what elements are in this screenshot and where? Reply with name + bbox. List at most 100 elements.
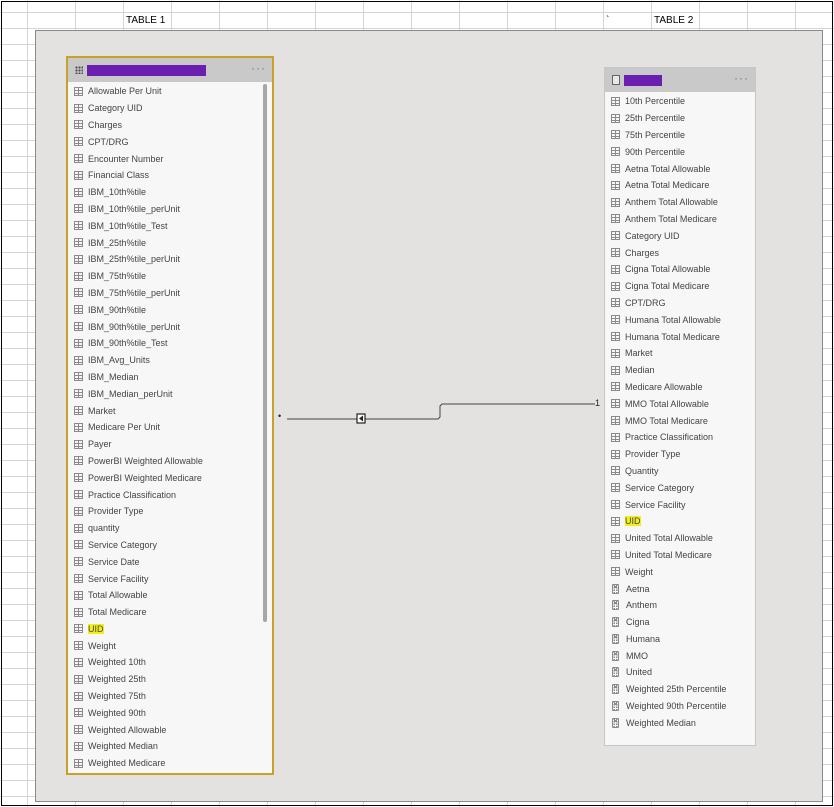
field-item[interactable]: Category UID — [611, 227, 755, 244]
column-table-icon — [611, 214, 620, 224]
field-item[interactable]: Cigna Total Allowable — [611, 261, 755, 278]
field-label: Practice Classification — [625, 432, 714, 443]
field-label: Medicare Allowable — [625, 381, 703, 392]
field-item[interactable]: Anthem — [611, 597, 755, 614]
field-item[interactable]: IBM_25th%tile_perUnit — [74, 251, 272, 268]
field-item[interactable]: Service Facility — [611, 496, 755, 513]
column-table-icon — [74, 456, 83, 466]
field-item[interactable]: IBM_10th%tile_perUnit — [74, 201, 272, 218]
field-item[interactable]: 90th Percentile — [611, 143, 755, 160]
field-item[interactable]: Anthem Total Allowable — [611, 194, 755, 211]
field-item[interactable]: IBM_Median_perUnit — [74, 385, 272, 402]
field-item[interactable]: United Total Allowable — [611, 530, 755, 547]
table2-field-list: 10th Percentile 25th Percentile 75th Perce… — [605, 92, 755, 731]
table2-more-options-icon[interactable]: ··· — [734, 71, 749, 85]
column-table-icon — [611, 382, 620, 392]
field-item[interactable]: Provider Type — [611, 446, 755, 463]
field-item[interactable]: Charges — [611, 244, 755, 261]
field-item[interactable]: Medicare Allowable — [611, 379, 755, 396]
field-item[interactable]: Humana Total Allowable — [611, 311, 755, 328]
field-item[interactable]: IBM_Median — [74, 369, 272, 386]
field-item[interactable]: MMO Total Medicare — [611, 412, 755, 429]
field-label: Market — [625, 348, 653, 359]
field-item[interactable]: Median — [611, 362, 755, 379]
field-item[interactable]: 10th Percentile — [611, 93, 755, 110]
field-item[interactable]: IBM_75th%tile_perUnit — [74, 285, 272, 302]
column-table-icon — [74, 674, 83, 684]
field-item[interactable]: Encounter Number — [74, 150, 272, 167]
field-item[interactable]: Service Date — [74, 553, 272, 570]
calculator-icon — [612, 583, 619, 594]
field-item[interactable]: Weighted Median — [611, 714, 755, 731]
field-item[interactable]: Payer — [74, 436, 272, 453]
field-label: Aetna Total Medicare — [625, 180, 710, 191]
field-item[interactable]: IBM_90th%tile — [74, 301, 272, 318]
field-item[interactable]: Allowable Per Unit — [74, 83, 272, 100]
field-item[interactable]: Aetna Total Allowable — [611, 160, 755, 177]
field-item[interactable]: CPT/DRG — [74, 133, 272, 150]
field-item[interactable]: IBM_90th%tile_Test — [74, 335, 272, 352]
field-item[interactable]: Market — [74, 402, 272, 419]
field-item[interactable]: IBM_Avg_Units — [74, 352, 272, 369]
field-item[interactable]: Aetna — [611, 580, 755, 597]
field-item[interactable]: Medicare Per Unit — [74, 419, 272, 436]
field-item[interactable]: Practice Classification — [611, 429, 755, 446]
table2-card-header[interactable]: ··· — [605, 68, 755, 92]
field-item[interactable]: MMO — [611, 647, 755, 664]
field-item[interactable]: IBM_10th%tile — [74, 184, 272, 201]
field-item[interactable]: PowerBI Weighted Medicare — [74, 469, 272, 486]
field-item[interactable]: Aetna Total Medicare — [611, 177, 755, 194]
field-item[interactable]: Anthem Total Medicare — [611, 211, 755, 228]
field-item[interactable]: Total Medicare — [74, 604, 272, 621]
field-item[interactable]: Humana Total Medicare — [611, 328, 755, 345]
field-item[interactable]: United — [611, 664, 755, 681]
field-item[interactable]: 25th Percentile — [611, 110, 755, 127]
column-table-icon — [74, 422, 83, 432]
field-label: United — [626, 667, 653, 678]
field-item[interactable]: Weighted Median — [74, 738, 272, 755]
field-item[interactable]: IBM_25th%tile — [74, 234, 272, 251]
field-item[interactable]: Quantity — [611, 463, 755, 480]
field-item[interactable]: Weighted 90th Percentile — [611, 698, 755, 715]
field-item[interactable]: Weighted 75th — [74, 688, 272, 705]
field-item[interactable]: Weighted Allowable — [74, 721, 272, 738]
field-item[interactable]: Charges — [74, 117, 272, 134]
field-item[interactable]: UID — [74, 621, 272, 638]
field-item[interactable]: Cigna Total Medicare — [611, 278, 755, 295]
field-item[interactable]: Market — [611, 345, 755, 362]
field-item[interactable]: Weighted Medicare — [74, 755, 272, 772]
table1-card-header[interactable]: ··· — [68, 58, 272, 82]
field-item[interactable]: PowerBI Weighted Allowable — [74, 453, 272, 470]
table2-card[interactable]: ··· 10th Percentile 25th Percentile 75th P… — [604, 67, 756, 746]
field-item[interactable]: UID — [611, 513, 755, 530]
table1-more-options-icon[interactable]: ··· — [251, 61, 266, 75]
field-item[interactable]: IBM_10th%tile_Test — [74, 217, 272, 234]
field-item[interactable]: Service Facility — [74, 570, 272, 587]
field-item[interactable]: Weighted 25th Percentile — [611, 681, 755, 698]
field-item[interactable]: 75th Percentile — [611, 127, 755, 144]
field-item[interactable]: quantity — [74, 520, 272, 537]
field-item[interactable]: Weighted 25th — [74, 671, 272, 688]
field-item[interactable]: Financial Class — [74, 167, 272, 184]
field-item[interactable]: United Total Medicare — [611, 547, 755, 564]
field-item[interactable]: Cigna — [611, 614, 755, 631]
field-item[interactable]: Humana — [611, 631, 755, 648]
field-item[interactable]: Category UID — [74, 100, 272, 117]
field-label: MMO — [626, 650, 648, 661]
field-item[interactable]: Provider Type — [74, 503, 272, 520]
field-item[interactable]: Weighted 10th — [74, 654, 272, 671]
field-item[interactable]: Service Category — [74, 537, 272, 554]
field-item[interactable]: Service Category — [611, 479, 755, 496]
table1-card[interactable]: ··· Allowable Per Unit Category UID Charge… — [66, 56, 274, 775]
field-item[interactable]: Practice Classification — [74, 486, 272, 503]
field-item[interactable]: CPT/DRG — [611, 295, 755, 312]
field-item[interactable]: Weight — [611, 563, 755, 580]
field-item[interactable]: IBM_75th%tile — [74, 268, 272, 285]
model-view-canvas[interactable]: • 1 ··· Allowable Per Unit Category UID Ch… — [35, 30, 823, 802]
field-item[interactable]: Total Allowable — [74, 587, 272, 604]
field-item[interactable]: IBM_90th%tile_perUnit — [74, 318, 272, 335]
table1-scrollbar[interactable] — [263, 84, 267, 622]
field-item[interactable]: Weighted 90th — [74, 704, 272, 721]
field-item[interactable]: MMO Total Allowable — [611, 395, 755, 412]
field-item[interactable]: Weight — [74, 637, 272, 654]
